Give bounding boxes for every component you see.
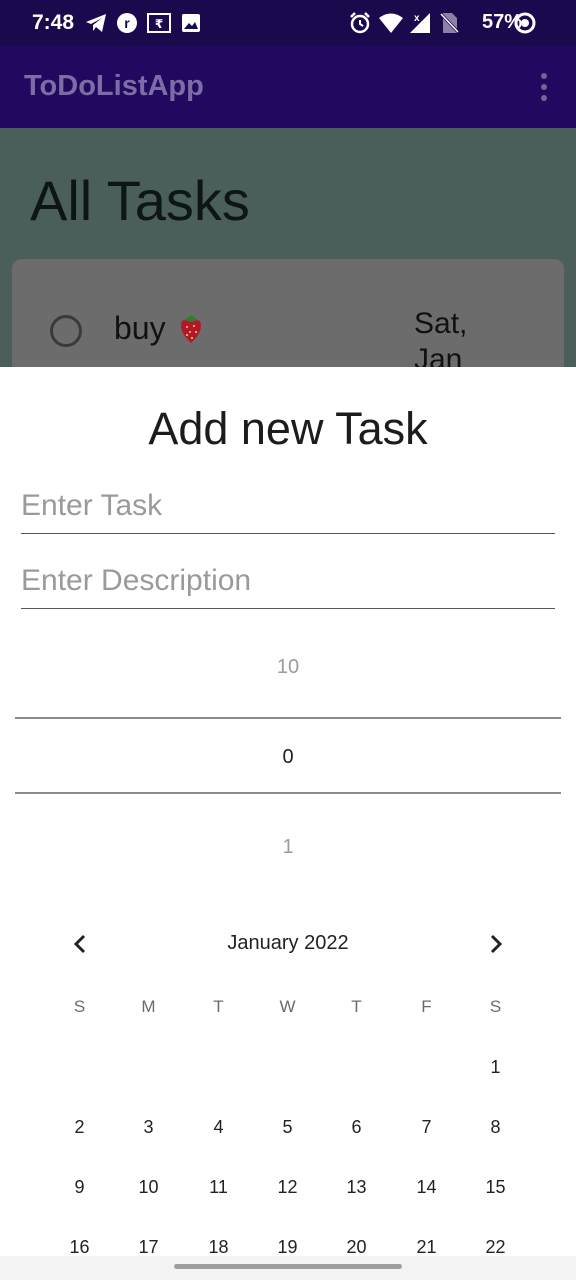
strawberry-icon <box>176 311 206 345</box>
weekday-label: W <box>279 997 296 1016</box>
calendar-weekday-row: S M T W T F S <box>45 997 531 1057</box>
calendar-day[interactable]: 1 <box>461 1057 530 1078</box>
sheet-title: Add new Task <box>148 403 428 454</box>
calendar-week-row: 2345678 <box>45 1117 531 1177</box>
svg-text:₹: ₹ <box>155 17 163 31</box>
calendar-day[interactable]: 11 <box>184 1177 253 1198</box>
task-complete-radio[interactable] <box>50 315 82 347</box>
weekday-label: T <box>213 997 224 1016</box>
calendar-grid: S M T W T F S 1 2 3 4 5 6 7 8 9 10 11 12 13 14 15 16 17 1… <box>45 997 531 1280</box>
no-sim-icon <box>437 11 461 35</box>
picker-previous-value[interactable]: 10 <box>15 656 561 679</box>
calendar-day[interactable]: 17 <box>114 1237 183 1258</box>
status-bar: 7:48 r ₹ x 57% <box>0 0 576 46</box>
weekday-label: S <box>73 997 86 1016</box>
calendar-day[interactable]: 16 <box>45 1237 114 1258</box>
more-vert-icon[interactable] <box>534 72 554 102</box>
rupee-icon: ₹ <box>146 11 172 35</box>
calendar-day[interactable]: 8 <box>461 1117 530 1138</box>
calendar-day[interactable]: 6 <box>322 1117 391 1138</box>
weekday-label: T <box>351 997 362 1016</box>
calendar-day[interactable]: 19 <box>253 1237 322 1258</box>
task-name-text: buy <box>114 310 166 346</box>
wifi-icon <box>378 11 404 35</box>
page-title: All Tasks <box>30 169 250 232</box>
calendar-header: January 2022 <box>0 929 576 959</box>
description-field[interactable] <box>21 560 555 609</box>
gallery-icon <box>180 11 202 35</box>
clock: 7:48 <box>32 11 75 34</box>
picker-divider-bottom <box>15 792 561 794</box>
signal-icon: x <box>407 11 433 35</box>
calendar-day[interactable]: 3 <box>114 1117 183 1138</box>
weekday-label: M <box>141 997 156 1016</box>
battery-saver-icon <box>512 11 538 35</box>
calendar-day[interactable]: 2 <box>45 1117 114 1138</box>
calendar-week-row: 9 10 11 12 13 14 15 <box>45 1177 531 1237</box>
description-input[interactable] <box>21 564 555 598</box>
weekday-label: F <box>421 997 432 1016</box>
chevron-right-icon[interactable] <box>481 929 511 959</box>
calendar-day[interactable]: 20 <box>322 1237 391 1258</box>
alarm-icon <box>348 11 372 35</box>
app-title: ToDoListApp <box>24 70 204 102</box>
svg-text:r: r <box>124 15 130 31</box>
add-task-sheet: Add new Task 10 0 1 January 2022 S M T W… <box>0 367 576 1280</box>
app-r-icon: r <box>115 11 139 35</box>
calendar-day[interactable]: 5 <box>253 1117 322 1138</box>
picker-selected-value[interactable]: 0 <box>15 746 561 769</box>
app-bar: ToDoListApp <box>0 46 576 128</box>
calendar-day[interactable]: 14 <box>392 1177 461 1198</box>
task-name: buy <box>114 310 206 347</box>
weekday-label: S <box>489 997 502 1016</box>
home-gesture-handle[interactable] <box>174 1264 402 1269</box>
calendar-day[interactable]: 22 <box>461 1237 530 1258</box>
calendar-day[interactable]: 7 <box>392 1117 461 1138</box>
number-picker[interactable]: 10 0 1 <box>15 647 561 887</box>
calendar-day[interactable]: 21 <box>392 1237 461 1258</box>
picker-next-value[interactable]: 1 <box>15 836 561 859</box>
calendar-day[interactable]: 10 <box>114 1177 183 1198</box>
calendar-day[interactable]: 18 <box>184 1237 253 1258</box>
calendar-day[interactable]: 13 <box>322 1177 391 1198</box>
calendar-week-row: 1 <box>45 1057 531 1117</box>
svg-text:x: x <box>414 13 420 24</box>
task-list-screen: All Tasks buy Sat, Jan 1 <box>0 128 576 412</box>
calendar-day[interactable]: 9 <box>45 1177 114 1198</box>
calendar-day[interactable]: 12 <box>253 1177 322 1198</box>
task-field[interactable] <box>21 485 555 534</box>
picker-divider-top <box>15 717 561 719</box>
calendar-day[interactable]: 15 <box>461 1177 530 1198</box>
telegram-icon <box>84 11 108 35</box>
task-input[interactable] <box>21 489 555 523</box>
calendar-day[interactable]: 4 <box>184 1117 253 1138</box>
